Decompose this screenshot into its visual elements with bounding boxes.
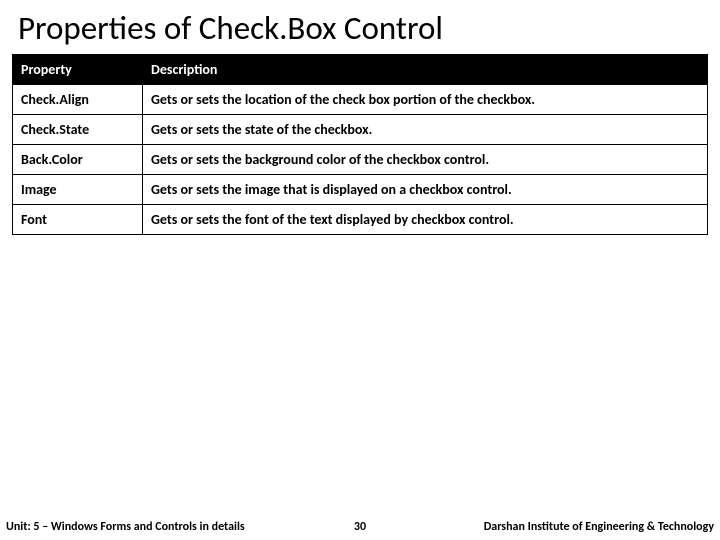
cell-description: Gets or sets the location of the check b… [143, 85, 708, 115]
cell-description: Gets or sets the font of the text displa… [143, 205, 708, 235]
cell-description: Gets or sets the image that is displayed… [143, 175, 708, 205]
cell-description: Gets or sets the background color of the… [143, 145, 708, 175]
cell-property: Back.Color [13, 145, 143, 175]
properties-table: Property Description Check.Align Gets or… [12, 54, 708, 235]
footer-institute: Darshan Institute of Engineering & Techn… [390, 520, 720, 534]
cell-property: Image [13, 175, 143, 205]
slide: Properties of Check.Box Control Property… [0, 0, 720, 540]
header-property: Property [13, 55, 143, 85]
cell-property: Check.State [13, 115, 143, 145]
table-row: Image Gets or sets the image that is dis… [13, 175, 708, 205]
cell-property: Check.Align [13, 85, 143, 115]
footer: Unit: 5 – Windows Forms and Controls in … [0, 520, 720, 534]
page-title: Properties of Check.Box Control [0, 0, 720, 52]
table-row: Check.State Gets or sets the state of th… [13, 115, 708, 145]
cell-description: Gets or sets the state of the checkbox. [143, 115, 708, 145]
footer-page-number: 30 [330, 520, 390, 534]
table-row: Back.Color Gets or sets the background c… [13, 145, 708, 175]
table-row: Check.Align Gets or sets the location of… [13, 85, 708, 115]
table-header-row: Property Description [13, 55, 708, 85]
cell-property: Font [13, 205, 143, 235]
table-row: Font Gets or sets the font of the text d… [13, 205, 708, 235]
footer-unit: Unit: 5 – Windows Forms and Controls in … [0, 520, 330, 534]
header-description: Description [143, 55, 708, 85]
